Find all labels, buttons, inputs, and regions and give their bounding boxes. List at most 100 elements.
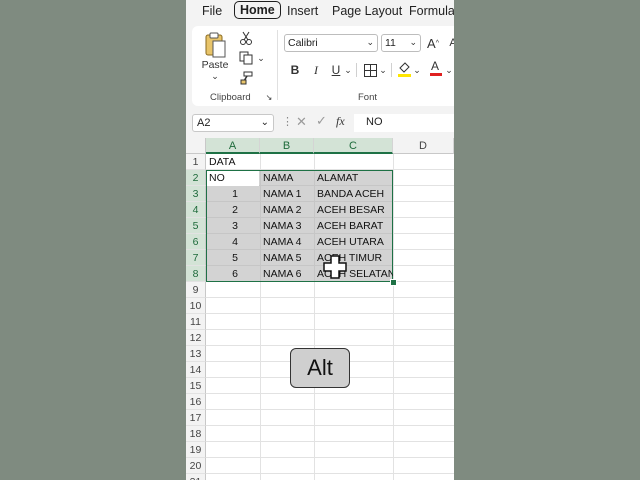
copy-icon[interactable] (238, 50, 254, 66)
cell-nama[interactable]: NAMA 5 (260, 250, 314, 266)
svg-text:A: A (431, 59, 439, 73)
gridline (206, 329, 454, 330)
row-header[interactable]: 12 (186, 330, 206, 346)
row-header[interactable]: 14 (186, 362, 206, 378)
gridline (393, 154, 394, 480)
worksheet-grid[interactable]: A B C D DATA NO NAMA ALAMAT 1 NAMA 1 BAN… (186, 138, 454, 480)
row-header[interactable]: 11 (186, 314, 206, 330)
move-cursor-icon (323, 255, 347, 279)
row-header[interactable]: 10 (186, 298, 206, 314)
increase-font-icon[interactable]: A ^ (425, 34, 441, 52)
cell-b2[interactable]: NAMA (260, 170, 314, 186)
row-header[interactable]: 5 (186, 218, 206, 234)
tab-home[interactable]: Home (234, 1, 281, 19)
italic-button[interactable]: I (309, 62, 323, 78)
more-options-icon[interactable]: ⋮ (282, 115, 293, 128)
formula-bar: A2 ⌄ ⋮ ✕ ✓ fx NO (186, 112, 454, 134)
row-header[interactable]: 4 (186, 202, 206, 218)
insert-function-button[interactable]: fx (336, 114, 345, 129)
row-header[interactable]: 19 (186, 442, 206, 458)
tab-file[interactable]: File (202, 4, 222, 18)
cell-nama[interactable]: NAMA 2 (260, 202, 314, 218)
tab-insert[interactable]: Insert (287, 4, 318, 18)
row-header[interactable]: 16 (186, 394, 206, 410)
row-header[interactable]: 9 (186, 282, 206, 298)
column-header-a[interactable]: A (206, 138, 260, 154)
name-box[interactable]: A2 ⌄ (192, 114, 274, 132)
font-name-dropdown[interactable]: Calibri ⌄ (284, 34, 378, 52)
cell-no[interactable]: 2 (206, 202, 260, 218)
row-header[interactable]: 13 (186, 346, 206, 362)
left-backdrop (0, 0, 186, 480)
cell-no[interactable]: 1 (206, 186, 260, 202)
column-header-c[interactable]: C (314, 138, 393, 154)
row-header[interactable]: 18 (186, 426, 206, 442)
cell-c2[interactable]: ALAMAT (314, 170, 393, 186)
cell-alamat[interactable]: BANDA ACEH (314, 186, 393, 202)
paste-label: Paste (201, 59, 229, 71)
underline-button[interactable]: U (329, 62, 343, 78)
row-header[interactable]: 1 (186, 154, 206, 170)
clipboard-icon (205, 32, 226, 58)
row-header[interactable]: 21 (186, 474, 206, 480)
row-header[interactable]: 7 (186, 250, 206, 266)
row-header[interactable]: 2 (186, 170, 206, 186)
clipboard-group-label: Clipboard (210, 92, 251, 103)
chevron-down-icon: ⌄ (409, 37, 417, 47)
keypress-overlay: Alt (290, 348, 350, 388)
paste-button[interactable] (202, 30, 228, 60)
cell-no[interactable]: 4 (206, 234, 260, 250)
font-size-value: 11 (385, 37, 396, 49)
select-all-corner[interactable] (186, 138, 206, 154)
row-header[interactable]: 17 (186, 410, 206, 426)
divider (356, 63, 357, 77)
cell-nama[interactable]: NAMA 6 (260, 266, 314, 282)
borders-dropdown-icon[interactable]: ⌄ (378, 62, 388, 78)
cell-alamat[interactable]: ACEH BARAT (314, 218, 393, 234)
tab-formulas[interactable]: Formulas (409, 4, 454, 18)
cell-a2[interactable]: NO (206, 170, 260, 186)
fill-color-dropdown-icon[interactable]: ⌄ (412, 62, 422, 78)
font-color-dropdown-icon[interactable]: ⌄ (444, 62, 454, 78)
cell-nama[interactable]: NAMA 4 (260, 234, 314, 250)
bold-button[interactable]: B (288, 62, 302, 78)
cell-alamat[interactable]: ACEH BESAR (314, 202, 393, 218)
row-header[interactable]: 6 (186, 234, 206, 250)
column-header-b[interactable]: B (260, 138, 314, 154)
cell-alamat[interactable]: ACEH UTARA (314, 234, 393, 250)
font-group-label: Font (358, 92, 378, 103)
row-header[interactable]: 15 (186, 378, 206, 394)
tab-page-layout[interactable]: Page Layout (332, 4, 402, 18)
underline-dropdown-icon[interactable]: ⌄ (343, 62, 353, 78)
decrease-font-icon[interactable]: A (446, 34, 454, 52)
cell-no[interactable]: 5 (206, 250, 260, 266)
column-header-d[interactable]: D (393, 138, 454, 154)
paste-dropdown-icon[interactable]: ⌄ (208, 71, 222, 81)
gridline (206, 313, 454, 314)
gridline (206, 393, 454, 394)
clipboard-launcher-icon[interactable]: ↘ (264, 92, 274, 102)
fill-handle[interactable] (390, 279, 397, 286)
enter-icon[interactable]: ✓ (316, 113, 327, 129)
formula-input[interactable]: NO (354, 114, 454, 132)
font-size-dropdown[interactable]: 11 ⌄ (381, 34, 421, 52)
cell-a1[interactable]: DATA (206, 154, 286, 170)
format-painter-icon[interactable] (238, 70, 254, 86)
row-header[interactable]: 8 (186, 266, 206, 282)
borders-icon[interactable] (362, 62, 378, 78)
row-header[interactable]: 20 (186, 458, 206, 474)
cut-icon[interactable] (238, 30, 254, 46)
gridline (206, 409, 454, 410)
cell-nama[interactable]: NAMA 1 (260, 186, 314, 202)
gridline (206, 441, 454, 442)
font-color-icon[interactable]: A (428, 58, 444, 78)
cell-no[interactable]: 3 (206, 218, 260, 234)
row-header[interactable]: 3 (186, 186, 206, 202)
cell-nama[interactable]: NAMA 3 (260, 218, 314, 234)
cancel-icon[interactable]: ✕ (296, 114, 307, 130)
right-backdrop (454, 0, 640, 480)
copy-dropdown-icon[interactable]: ⌄ (256, 52, 266, 64)
chevron-down-icon: ⌄ (366, 37, 374, 47)
fill-color-icon[interactable] (396, 60, 412, 78)
cell-no[interactable]: 6 (206, 266, 260, 282)
